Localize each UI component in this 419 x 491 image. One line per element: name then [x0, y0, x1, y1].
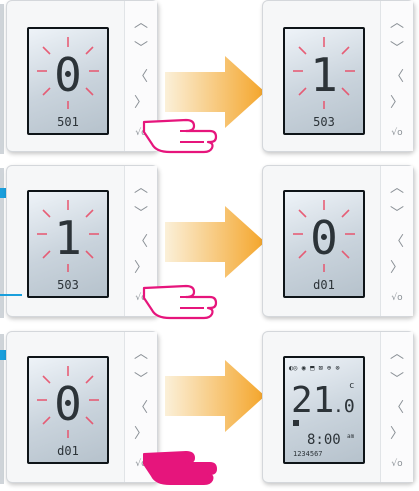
up-button[interactable]: ︿ — [381, 346, 413, 362]
ok-button[interactable]: √o — [381, 125, 413, 141]
down-button[interactable]: ﹀ — [125, 41, 157, 57]
code-label: d01 — [313, 278, 335, 292]
up-button[interactable]: ︿ — [381, 15, 413, 31]
ok-button[interactable]: √o — [381, 290, 413, 306]
lcd-display: 0 d01 — [293, 200, 355, 292]
lcd-screen: ◐◎ ◉ ⬒ ⊠ ⊕ ⊗ 21 .0 c 8:00 am 1234567 — [283, 356, 365, 464]
thermostat-row3-right: ◐◎ ◉ ⬒ ⊠ ⊕ ⊗ 21 .0 c 8:00 am 1234567 ︿ ﹀… — [262, 331, 414, 483]
left-button[interactable]: 〈 — [381, 69, 413, 85]
lcd-display: 1 503 — [37, 200, 99, 292]
lcd-screen: 1 503 — [27, 190, 109, 298]
left-button[interactable]: 〈 — [125, 69, 157, 85]
hand-pointer-icon — [142, 284, 218, 320]
down-button[interactable]: ﹀ — [381, 372, 413, 388]
up-button[interactable]: ︿ — [125, 346, 157, 362]
lcd-screen: 0 501 — [27, 27, 109, 135]
left-button[interactable]: 〈 — [125, 400, 157, 416]
digit-value: 1 — [310, 48, 338, 102]
weekday-indicators: 1234567 — [293, 450, 323, 458]
digit-value: 1 — [54, 211, 82, 265]
down-button[interactable]: ﹀ — [125, 372, 157, 388]
arrow-right-3 — [165, 360, 265, 432]
lcd-screen: 0 d01 — [283, 190, 365, 298]
up-button[interactable]: ︿ — [381, 180, 413, 196]
temperature-whole: 21 — [291, 380, 334, 421]
lcd-screen: 0 d01 — [27, 356, 109, 464]
blue-indicator-line — [0, 294, 22, 296]
clock-time: 8:00 — [307, 432, 341, 448]
left-button[interactable]: 〈 — [381, 400, 413, 416]
left-button[interactable]: 〈 — [381, 234, 413, 250]
lcd-screen: 1 503 — [283, 27, 365, 135]
code-label: 503 — [57, 278, 79, 292]
thermostat-row2-right: 0 d01 ︿ ﹀ 〈 〉 √o — [262, 165, 414, 317]
hand-pointer-solid-icon — [143, 451, 217, 485]
lcd-display: 0 d01 — [37, 366, 99, 458]
temperature-unit: c — [349, 381, 354, 391]
thermostat-row1-right: 1 503 ︿ ﹀ 〈 〉 √o — [262, 0, 414, 152]
digit-value: 0 — [310, 211, 338, 265]
right-button[interactable]: 〉 — [381, 426, 413, 442]
code-label: 503 — [313, 115, 335, 129]
right-button[interactable]: 〉 — [381, 260, 413, 276]
button-column: ︿ ﹀ 〈 〉 √o — [380, 1, 413, 151]
left-edge-strip — [0, 4, 4, 154]
ok-button[interactable]: √o — [381, 456, 413, 472]
up-button[interactable]: ︿ — [125, 180, 157, 196]
thermostat-row2-left: 1 503 ︿ ﹀ 〈 〉 √o — [6, 165, 158, 317]
right-button[interactable]: 〉 — [381, 95, 413, 111]
mode-indicator — [293, 420, 299, 426]
status-icons: ◐◎ ◉ ⬒ ⊠ ⊕ ⊗ — [289, 364, 340, 372]
button-column: ︿ ﹀ 〈 〉 √o — [380, 166, 413, 316]
thermostat-row3-left: 0 d01 ︿ ﹀ 〈 〉 √o — [6, 331, 158, 483]
lcd-display: 1 503 — [293, 37, 355, 129]
down-button[interactable]: ﹀ — [381, 41, 413, 57]
lcd-home-display: ◐◎ ◉ ⬒ ⊠ ⊕ ⊗ 21 .0 c 8:00 am 1234567 — [289, 364, 355, 458]
digit-value: 0 — [54, 48, 82, 102]
hand-pointer-icon — [142, 118, 218, 154]
down-button[interactable]: ﹀ — [125, 206, 157, 222]
down-button[interactable]: ﹀ — [381, 206, 413, 222]
clock-ampm: am — [347, 433, 355, 440]
left-button[interactable]: 〈 — [125, 234, 157, 250]
temperature-decimal: .0 — [333, 396, 355, 417]
code-label: 501 — [57, 115, 79, 129]
code-label: d01 — [57, 444, 79, 458]
button-column: ︿ ﹀ 〈 〉 √o — [380, 332, 413, 482]
up-button[interactable]: ︿ — [125, 15, 157, 31]
thermostat-row1-left: 0 501 ︿ ﹀ 〈 〉 √o — [6, 0, 158, 152]
arrow-right-2 — [165, 206, 265, 278]
digit-value: 0 — [54, 377, 82, 431]
lcd-display: 0 501 — [37, 37, 99, 129]
